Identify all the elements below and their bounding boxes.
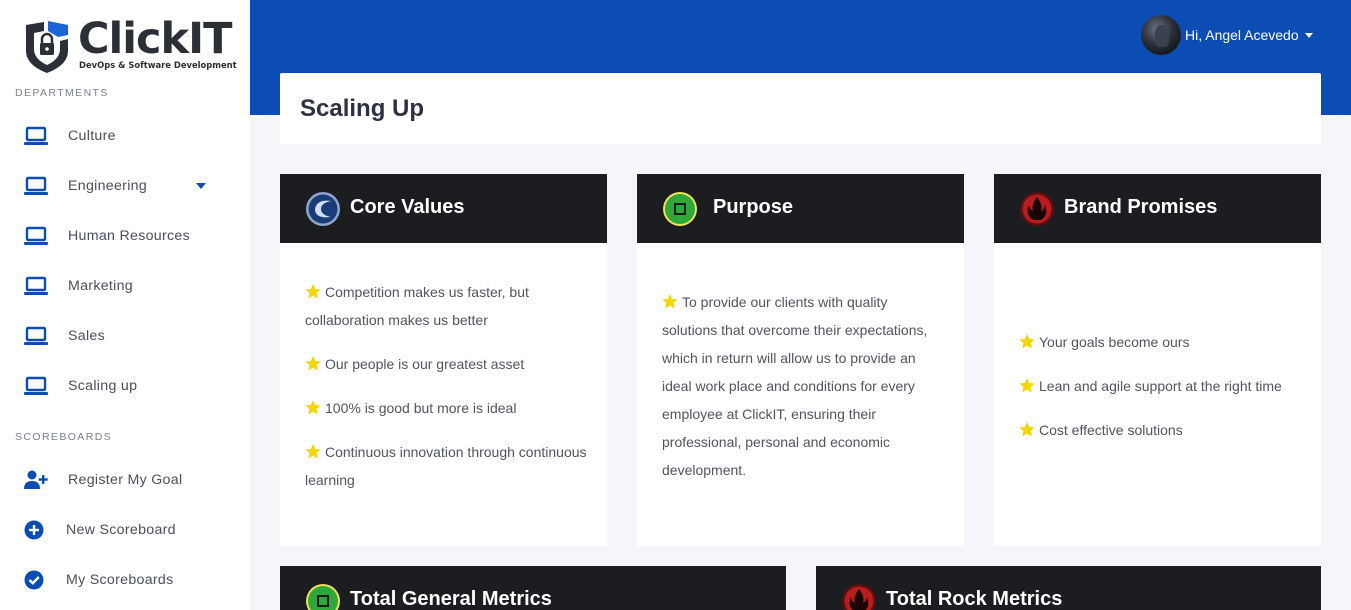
list-item-text: Your goals become ours xyxy=(1039,334,1190,350)
laptop-icon xyxy=(24,326,48,345)
star-icon xyxy=(305,284,321,299)
list-item: 100% is good but more is ideal xyxy=(305,394,587,422)
card-header: Brand Promises xyxy=(994,174,1321,243)
list-item: Competition makes us faster, but collabo… xyxy=(305,278,587,334)
list-item-text: Continuous innovation through continuous… xyxy=(305,444,587,488)
sidebar-item-label: Human Resources xyxy=(68,228,190,244)
avatar xyxy=(1141,15,1181,55)
list-item: Your goals become ours xyxy=(1019,328,1301,356)
laptop-icon xyxy=(24,276,48,295)
sidebar-item-label: Scaling up xyxy=(68,378,138,394)
core-values-list: Competition makes us faster, but collabo… xyxy=(305,278,587,510)
star-icon xyxy=(305,356,321,371)
card-header: Total General Metrics xyxy=(280,566,786,610)
card-title: Total General Metrics xyxy=(350,588,552,610)
laptop-icon xyxy=(24,176,48,195)
sidebar-item-label: Sales xyxy=(68,328,105,344)
list-item: Lean and agile support at the right time xyxy=(1019,372,1301,400)
sidebar: ClickIT DevOps & Software Development DE… xyxy=(0,0,250,610)
star-icon xyxy=(1019,422,1035,437)
earth-emblem-icon xyxy=(306,584,340,610)
laptop-icon xyxy=(24,226,48,245)
list-item: Continuous innovation through continuous… xyxy=(305,438,587,494)
sidebar-item-register-my-goal[interactable]: Register My Goal xyxy=(0,460,250,500)
brand-name: ClickIT xyxy=(78,14,232,64)
sidebar-item-human-resources[interactable]: Human Resources xyxy=(0,216,250,256)
user-menu[interactable]: Hi, Angel Acevedo xyxy=(1141,15,1313,55)
star-icon xyxy=(305,444,321,459)
sidebar-item-scaling-up[interactable]: Scaling up xyxy=(0,366,250,406)
sidebar-item-marketing[interactable]: Marketing xyxy=(0,266,250,306)
list-item-text: Cost effective solutions xyxy=(1039,422,1183,438)
departments-section-label: DEPARTMENTS xyxy=(15,87,109,99)
list-item: Cost effective solutions xyxy=(1019,416,1301,444)
clickit-logo[interactable]: ClickIT DevOps & Software Development xyxy=(22,14,237,76)
list-item-text: Our people is our greatest asset xyxy=(325,356,525,372)
sidebar-item-culture[interactable]: Culture xyxy=(0,116,250,156)
total-rock-metrics-card: Total Rock Metrics xyxy=(816,566,1321,610)
sidebar-item-label: Culture xyxy=(68,128,116,144)
card-title: Purpose xyxy=(713,196,794,218)
star-icon xyxy=(1019,334,1035,349)
sidebar-item-label: Marketing xyxy=(68,278,133,294)
user-plus-icon xyxy=(24,470,48,489)
chevron-down-icon[interactable] xyxy=(196,183,206,189)
star-icon xyxy=(305,400,321,415)
sidebar-item-label: Register My Goal xyxy=(68,472,183,488)
purpose-text: To provide our clients with quality solu… xyxy=(662,294,928,478)
card-title: Core Values xyxy=(350,196,465,218)
chevron-down-icon xyxy=(1304,32,1313,38)
sidebar-item-my-scoreboards[interactable]: My Scoreboards xyxy=(0,560,250,600)
purpose-body: To provide our clients with quality solu… xyxy=(662,288,944,484)
user-greeting: Hi, Angel Acevedo xyxy=(1185,27,1299,43)
check-circle-icon xyxy=(24,570,44,590)
star-icon xyxy=(662,294,678,309)
plus-circle-icon xyxy=(24,520,44,540)
core-values-card: Core Values Competition makes us faster,… xyxy=(280,174,607,546)
card-title: Brand Promises xyxy=(1064,196,1218,218)
page-title-card: Scaling Up xyxy=(280,73,1321,144)
star-icon xyxy=(1019,378,1035,393)
sidebar-item-engineering[interactable]: Engineering xyxy=(0,166,250,206)
brand-promises-card: Brand Promises Your goals become ours Le… xyxy=(994,174,1321,546)
sidebar-item-new-scoreboard[interactable]: New Scoreboard xyxy=(0,510,250,550)
earth-emblem-icon xyxy=(663,192,697,226)
list-item-text: Competition makes us faster, but collabo… xyxy=(305,284,529,328)
fire-emblem-icon xyxy=(842,584,876,610)
total-general-metrics-card: Total General Metrics xyxy=(280,566,786,610)
sidebar-item-label: Engineering xyxy=(68,178,148,194)
sidebar-item-label: My Scoreboards xyxy=(66,572,174,588)
card-header: Core Values xyxy=(280,174,607,243)
purpose-card: Purpose To provide our clients with qual… xyxy=(637,174,964,546)
water-emblem-icon xyxy=(306,192,340,226)
shield-logo-icon xyxy=(26,21,68,73)
card-title: Total Rock Metrics xyxy=(886,588,1063,610)
laptop-icon xyxy=(24,376,48,395)
sidebar-item-label: New Scoreboard xyxy=(66,522,176,538)
fire-emblem-icon xyxy=(1020,192,1054,226)
list-item-text: Lean and agile support at the right time xyxy=(1039,378,1282,394)
brand-promises-list: Your goals become ours Lean and agile su… xyxy=(1019,328,1301,460)
page-title: Scaling Up xyxy=(300,95,425,122)
laptop-icon xyxy=(24,126,48,145)
purpose-statement: To provide our clients with quality solu… xyxy=(662,288,944,484)
list-item-text: 100% is good but more is ideal xyxy=(325,400,517,416)
sidebar-item-sales[interactable]: Sales xyxy=(0,316,250,356)
scoreboards-section-label: SCOREBOARDS xyxy=(15,431,113,443)
card-header: Total Rock Metrics xyxy=(816,566,1321,610)
list-item: Our people is our greatest asset xyxy=(305,350,587,378)
card-header: Purpose xyxy=(637,174,964,243)
brand-tagline: DevOps & Software Development xyxy=(79,60,237,70)
